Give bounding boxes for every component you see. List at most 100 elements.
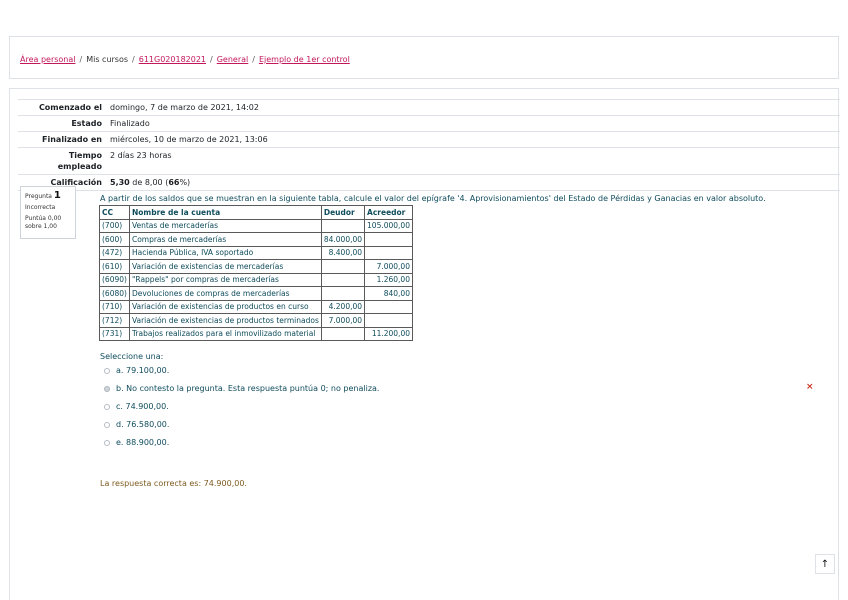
summary-row-time: Tiempo empleado 2 días 23 horas	[18, 147, 840, 175]
cell-debit	[320, 272, 366, 287]
cell-account-name: Ventas de mercaderías	[128, 218, 322, 233]
right-answer-feedback: La respuesta correcta es: 74.900,00.	[100, 479, 247, 488]
cell-cc: (600)	[99, 232, 130, 247]
incorrect-icon: ×	[806, 382, 814, 392]
finished-value: miércoles, 10 de marzo de 2021, 13:06	[110, 135, 268, 144]
accounts-row: (710) Variación de existencias de product…	[99, 299, 413, 314]
cell-debit	[320, 286, 366, 301]
cell-cc: (712)	[99, 313, 130, 328]
accounts-row: (610) Variación de existencias de mercade…	[99, 259, 413, 274]
radio-a[interactable]	[104, 367, 110, 374]
header-debit: Deudor	[320, 205, 366, 220]
cell-account-name: Variación de existencias de mercaderías	[128, 259, 322, 274]
breadcrumb-general[interactable]: General	[217, 55, 249, 64]
option-e-label: e. 88.900,00.	[116, 438, 170, 447]
option-a[interactable]: a. 79.100,00.	[104, 366, 169, 375]
cell-credit: 7.000,00	[364, 259, 413, 274]
accounts-row: (472) Hacienda Pública, IVA soportado 8.40…	[99, 245, 413, 260]
cell-credit	[364, 232, 413, 247]
cell-account-name: Hacienda Pública, IVA soportado	[128, 245, 322, 260]
summary-row-grade: Calificación 5,30 de 8,00 (66%)	[18, 174, 840, 191]
header-credit: Acreedor	[364, 205, 413, 220]
option-c[interactable]: c. 74.900,00.	[104, 402, 169, 411]
radio-d[interactable]	[104, 421, 110, 428]
state-value: Finalizado	[110, 119, 150, 128]
cell-cc: (710)	[99, 299, 130, 314]
cell-credit	[364, 245, 413, 260]
state-label: Estado	[71, 119, 102, 128]
quiz-review-panel: Comenzado el domingo, 7 de marzo de 2021…	[9, 88, 840, 600]
cell-account-name: Variación de existencias de productos te…	[128, 313, 322, 328]
answer-prompt: Seleccione una:	[100, 352, 164, 361]
option-b[interactable]: b. No contesto la pregunta. Esta respues…	[104, 384, 379, 393]
breadcrumb-area-personal[interactable]: Área personal	[20, 55, 76, 64]
header-cc: CC	[99, 205, 130, 220]
question-info-box: Pregunta 1 Incorrecta Puntúa 0,00 sobre …	[20, 186, 76, 239]
radio-e[interactable]	[104, 439, 110, 446]
arrow-up-icon: ↑	[820, 558, 830, 570]
accounts-row: (700) Ventas de mercaderías 105.000,00	[99, 218, 413, 233]
cell-debit	[320, 326, 366, 341]
accounts-row: (731) Trabajos realizados para el inmovil…	[99, 326, 413, 341]
grade-value: 5,30 de 8,00 (66%)	[110, 178, 191, 187]
cell-account-name: Variación de existencias de productos en…	[128, 299, 322, 314]
cell-debit: 7.000,00	[320, 313, 366, 328]
breadcrumb-panel: Área personal / Mis cursos/611G020182021/G…	[9, 36, 839, 79]
accounts-row: (6080) Devoluciones de compras de mercade…	[99, 286, 413, 301]
option-d[interactable]: d. 76.580,00.	[104, 420, 169, 429]
cell-debit: 4.200,00	[320, 299, 366, 314]
cell-account-name: "Rappels" por compras de mercaderías	[128, 272, 322, 287]
cell-credit	[364, 313, 413, 328]
cell-credit: 840,00	[364, 286, 413, 301]
cell-cc: (472)	[99, 245, 130, 260]
summary-row-started: Comenzado el domingo, 7 de marzo de 2021…	[18, 99, 840, 116]
attempt-summary-table: Comenzado el domingo, 7 de marzo de 2021…	[18, 99, 840, 191]
breadcrumb: Área personal / Mis cursos/611G020182021/G…	[20, 55, 350, 64]
option-b-label: b. No contesto la pregunta. Esta respues…	[116, 384, 380, 393]
cell-account-name: Devoluciones de compras de mercaderías	[128, 286, 322, 301]
time-label: Tiempo empleado	[57, 151, 102, 171]
accounts-header-row: CC Nombre de la cuenta Deudor Acreedor	[99, 205, 413, 220]
radio-b[interactable]	[104, 385, 110, 392]
cell-cc: (6080)	[99, 286, 130, 301]
option-a-label: a. 79.100,00.	[116, 366, 170, 375]
breadcrumb-course[interactable]: 611G020182021	[139, 55, 206, 64]
cell-account-name: Compras de mercaderías	[128, 232, 322, 247]
accounts-row: (6090) "Rappels" por compras de mercaderí…	[99, 272, 413, 287]
cell-account-name: Trabajos realizados para el inmovilizado…	[128, 326, 322, 341]
breadcrumb-mis-cursos: Mis cursos	[86, 55, 129, 64]
cell-credit	[364, 299, 413, 314]
cell-cc: (700)	[99, 218, 130, 233]
cell-cc: (610)	[99, 259, 130, 274]
option-e[interactable]: e. 88.900,00.	[104, 438, 169, 447]
summary-row-finished: Finalizado en miércoles, 10 de marzo de …	[18, 131, 840, 148]
started-value: domingo, 7 de marzo de 2021, 14:02	[110, 103, 259, 112]
radio-c[interactable]	[104, 403, 110, 410]
option-c-label: c. 74.900,00.	[116, 402, 169, 411]
cell-cc: (731)	[99, 326, 130, 341]
accounts-row: (600) Compras de mercaderías 84.000,00	[99, 232, 413, 247]
question-status: Incorrecta	[25, 204, 56, 211]
accounts-body: (700) Ventas de mercaderías 105.000,00 (600…	[99, 218, 413, 341]
question-number: Pregunta 1	[25, 190, 61, 201]
back-to-top-button[interactable]: ↑	[815, 554, 835, 574]
cell-debit: 84.000,00	[320, 232, 366, 247]
cell-credit: 105.000,00	[364, 218, 413, 233]
cell-debit	[320, 259, 366, 274]
cell-debit	[320, 218, 366, 233]
cell-credit: 11.200,00	[364, 326, 413, 341]
question-text: A partir de los saldos que se muestran e…	[100, 194, 766, 203]
question-marks: Puntúa 0,00 sobre 1,00	[25, 215, 62, 230]
time-value: 2 días 23 horas	[110, 151, 172, 160]
finished-label: Finalizado en	[42, 135, 102, 144]
accounts-table: CC Nombre de la cuenta Deudor Acreedor (…	[99, 205, 413, 341]
cell-debit: 8.400,00	[320, 245, 366, 260]
option-d-label: d. 76.580,00.	[116, 420, 170, 429]
accounts-row: (712) Variación de existencias de product…	[99, 313, 413, 328]
cell-cc: (6090)	[99, 272, 130, 287]
breadcrumb-quiz[interactable]: Ejemplo de 1er control	[259, 55, 350, 64]
cell-credit: 1.260,00	[364, 272, 413, 287]
header-account-name: Nombre de la cuenta	[128, 205, 322, 220]
started-label: Comenzado el	[38, 103, 102, 112]
summary-row-state: Estado Finalizado	[18, 115, 840, 132]
